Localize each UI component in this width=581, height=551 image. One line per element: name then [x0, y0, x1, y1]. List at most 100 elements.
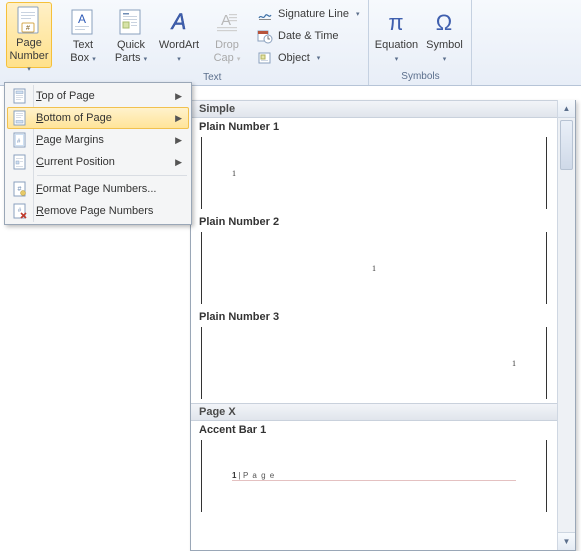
page-number-icon: # [13, 6, 45, 36]
gallery-preview: 1 [201, 327, 547, 399]
wordart-label: WordArt [159, 39, 199, 51]
remove-page-numbers-icon: # [8, 200, 32, 222]
page-number-button[interactable]: # Page Number ▾ [6, 2, 52, 68]
svg-text:π: π [389, 10, 404, 35]
page-number-sample: 1 [372, 264, 376, 273]
signature-icon [257, 6, 273, 22]
menu-label: Format Page Numbers... [32, 183, 188, 195]
gallery-item-title: Plain Number 1 [199, 121, 549, 133]
quick-parts-label-2: Parts [115, 52, 141, 64]
menu-remove-page-numbers[interactable]: # Remove Page Numbers [7, 200, 189, 222]
scroll-thumb[interactable] [560, 120, 573, 170]
menu-label: Current Position [32, 156, 175, 168]
format-page-numbers-icon: # [8, 178, 32, 200]
text-group-small-items: Signature Line ▾ Date & Time Object ▾ [252, 2, 364, 70]
svg-text:Ω: Ω [436, 10, 452, 35]
dropdown-arrow-icon: ▾ [395, 56, 399, 63]
signature-line-button[interactable]: Signature Line ▾ [254, 4, 362, 24]
dropdown-arrow-icon: ▾ [356, 10, 360, 18]
header-footer-partial: # Page Number ▾ [0, 0, 56, 85]
drop-cap-button[interactable]: A Drop Cap ▾ [204, 2, 250, 68]
symbol-button[interactable]: Ω Symbol ▾ [421, 2, 467, 68]
dropdown-arrow-icon: ▾ [144, 56, 148, 63]
dropdown-arrow-icon: ▾ [92, 56, 96, 63]
date-time-icon [257, 28, 273, 44]
text-group: A Text Box ▾ Quick Parts ▾ A WordArt ▾ [56, 0, 369, 85]
equation-button[interactable]: π Equation ▾ [373, 2, 419, 68]
svg-text:#: # [26, 25, 30, 32]
text-box-button[interactable]: A Text Box ▾ [60, 2, 106, 68]
dropdown-arrow-icon: ▾ [317, 54, 321, 62]
page-number-label-1: Page [16, 37, 42, 49]
object-button[interactable]: Object ▾ [254, 48, 362, 68]
gallery-item-plain1[interactable]: Plain Number 1 1 [191, 118, 557, 213]
menu-label: Top of Page [32, 90, 175, 102]
page-number-gallery: Simple Plain Number 1 1 Plain Number 2 1… [190, 100, 576, 551]
quick-parts-button[interactable]: Quick Parts ▾ [108, 2, 154, 68]
dropdown-arrow-icon: ▾ [177, 56, 181, 63]
menu-page-margins[interactable]: # Page Margins ▶ [7, 129, 189, 151]
gallery-item-title: Plain Number 3 [199, 311, 549, 323]
text-box-label-1: Text [73, 39, 93, 51]
symbols-group-label: Symbols [373, 69, 467, 85]
symbol-icon: Ω [428, 6, 460, 38]
menu-top-of-page[interactable]: Top of Page ▶ [7, 85, 189, 107]
gallery-category-simple: Simple [191, 100, 557, 118]
dropdown-arrow-icon: ▾ [443, 56, 447, 63]
gallery-item-accentbar1[interactable]: Accent Bar 1 1 | P a g e [191, 421, 557, 516]
gallery-preview: 1 [201, 137, 547, 209]
menu-label: Bottom of Page [32, 112, 175, 124]
scroll-up-button[interactable]: ▲ [558, 100, 575, 118]
gallery-preview: 1 [201, 232, 547, 304]
object-icon [257, 50, 273, 66]
page-number-sample: 1 [512, 359, 516, 368]
gallery-item-plain2[interactable]: Plain Number 2 1 [191, 213, 557, 308]
accent-line [232, 480, 516, 481]
object-label: Object [278, 52, 310, 64]
gallery-category-pagex: Page X [191, 403, 557, 421]
top-of-page-icon [8, 85, 32, 107]
signature-label: Signature Line [278, 8, 349, 20]
page-number-menu: Top of Page ▶ Bottom of Page ▶ # Page Ma… [4, 82, 192, 225]
drop-cap-label-1: Drop [215, 39, 239, 51]
page-number-sample: 1 [232, 169, 236, 178]
page-number-sample: 1 | P a g e [232, 471, 275, 480]
submenu-arrow-icon: ▶ [175, 135, 188, 146]
quick-parts-icon [115, 6, 147, 38]
gallery-scroll: Simple Plain Number 1 1 Plain Number 2 1… [191, 100, 557, 550]
submenu-arrow-icon: ▶ [175, 113, 188, 124]
menu-current-position[interactable]: Current Position ▶ [7, 151, 189, 173]
menu-bottom-of-page[interactable]: Bottom of Page ▶ [7, 107, 189, 129]
quick-parts-label-1: Quick [117, 39, 145, 51]
equation-label: Equation [375, 39, 418, 51]
svg-text:A: A [170, 9, 187, 34]
date-time-button[interactable]: Date & Time [254, 26, 362, 46]
gallery-preview: 1 | P a g e [201, 440, 547, 512]
menu-label: Remove Page Numbers [32, 205, 188, 217]
bottom-of-page-icon [8, 107, 32, 129]
gallery-item-title: Plain Number 2 [199, 216, 549, 228]
text-box-label-2: Box [70, 52, 89, 64]
dropdown-arrow-icon: ▾ [237, 56, 241, 63]
page-number-label-2: Number [9, 50, 48, 62]
wordart-icon: A [163, 6, 195, 38]
symbols-group: π Equation ▾ Ω Symbol ▾ Symbols [369, 0, 472, 85]
svg-text:A: A [78, 12, 86, 26]
drop-cap-icon: A [211, 6, 243, 38]
symbol-label: Symbol [426, 39, 463, 51]
wordart-button[interactable]: A WordArt ▾ [156, 2, 202, 68]
menu-label: Page Margins [32, 134, 175, 146]
scroll-down-button[interactable]: ▼ [558, 532, 575, 550]
current-position-icon [8, 151, 32, 173]
menu-separator [37, 175, 187, 176]
submenu-arrow-icon: ▶ [175, 91, 188, 102]
menu-format-page-numbers[interactable]: # Format Page Numbers... [7, 178, 189, 200]
page-margins-icon: # [8, 129, 32, 151]
equation-icon: π [380, 6, 412, 38]
gallery-scrollbar[interactable]: ▲ ▼ [557, 100, 575, 550]
submenu-arrow-icon: ▶ [175, 157, 188, 168]
gallery-item-title: Accent Bar 1 [199, 424, 549, 436]
drop-cap-label-2: Cap [214, 52, 234, 64]
gallery-item-plain3[interactable]: Plain Number 3 1 [191, 308, 557, 403]
ribbon: # Page Number ▾ A Text Box ▾ Quick [0, 0, 581, 86]
